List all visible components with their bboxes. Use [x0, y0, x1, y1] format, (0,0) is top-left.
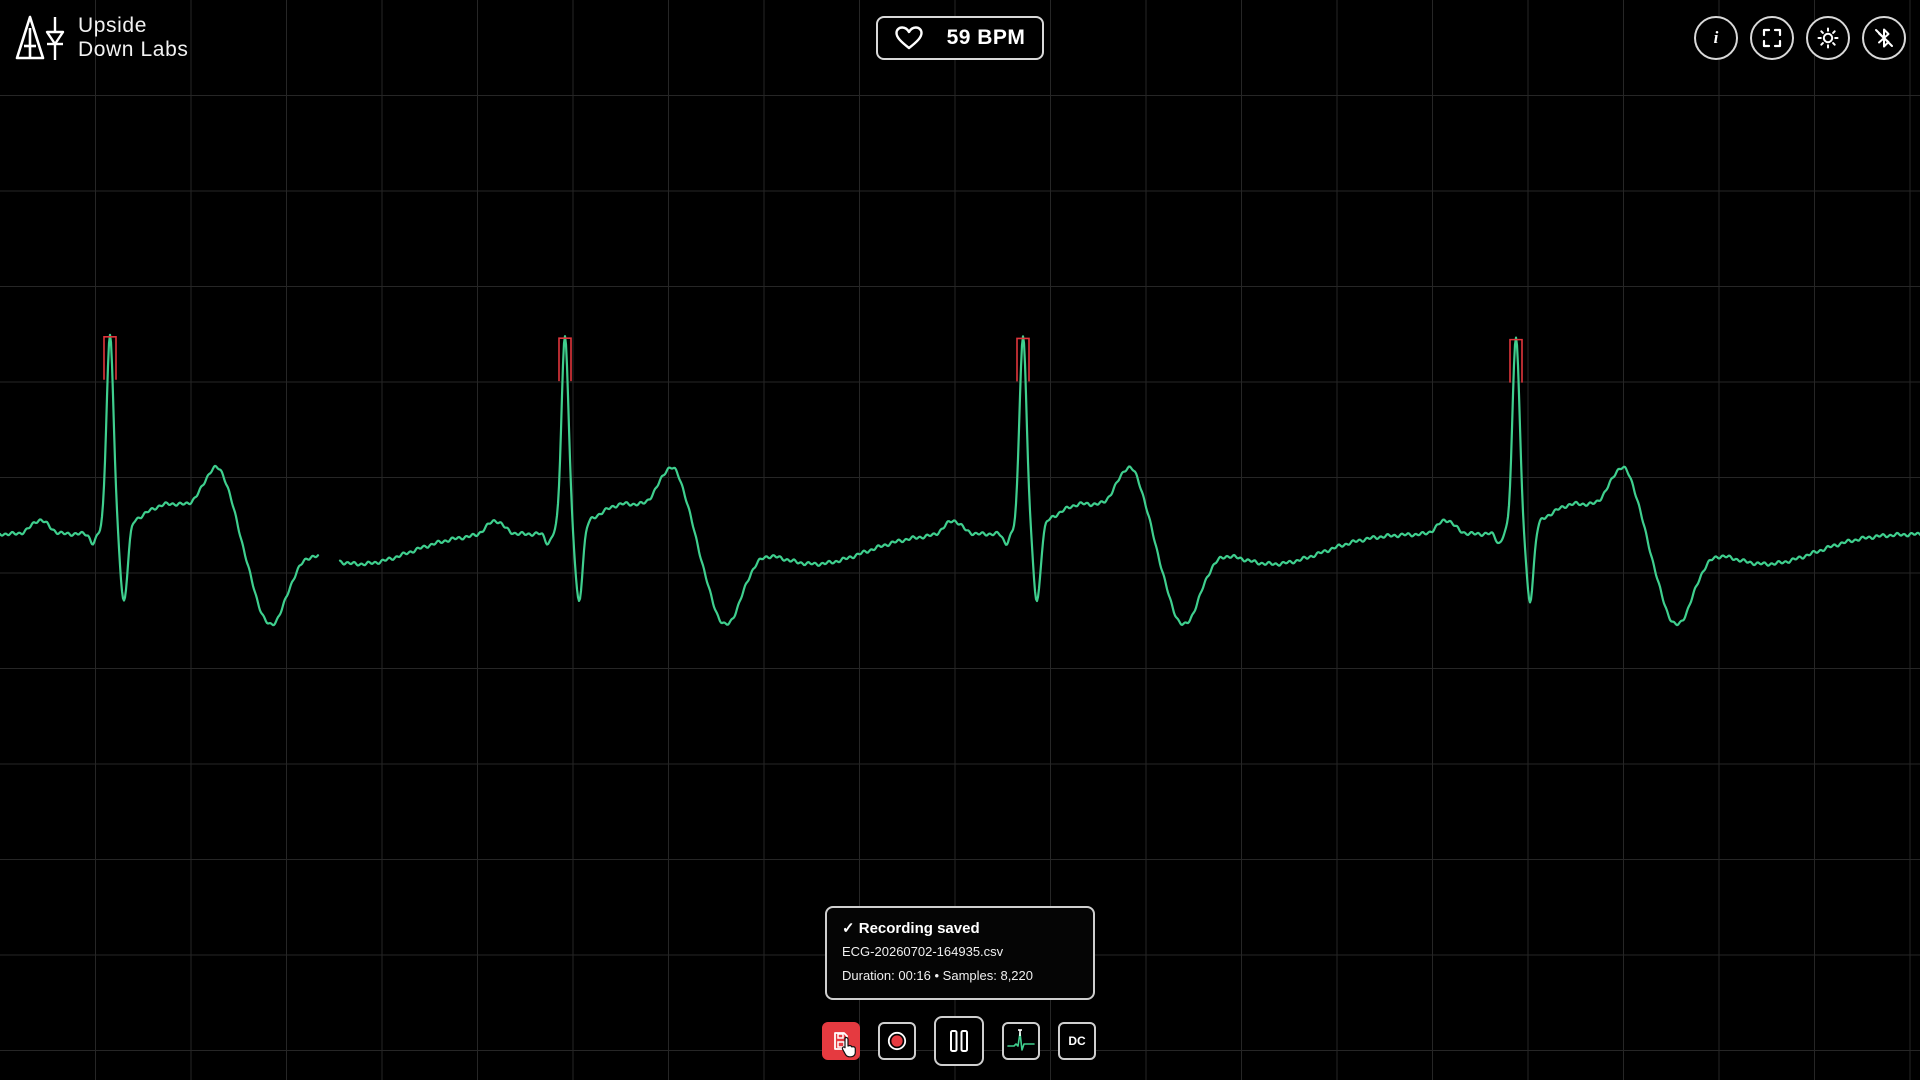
save-recording-button[interactable] [822, 1022, 860, 1060]
notification-filename: ECG-20260702-164935.csv [842, 944, 1004, 959]
bottom-controls: DC [822, 1016, 1096, 1066]
brand-name-line2: Down Labs [78, 38, 189, 61]
info-icon: i [1713, 28, 1719, 47]
bpm-value: 59 BPM [946, 26, 1026, 49]
brand-name-line1: Upside [78, 14, 147, 37]
notification-details: Duration: 00:16 • Samples: 8,220 [842, 968, 1034, 983]
record-icon [887, 1031, 907, 1051]
theme-button[interactable] [1806, 16, 1850, 60]
notification-title: ✓ Recording saved [842, 920, 980, 937]
fullscreen-button[interactable] [1750, 16, 1794, 60]
mouse-cursor-icon [841, 1036, 856, 1058]
info-button[interactable]: i [1694, 16, 1738, 60]
bluetooth-button[interactable] [1862, 16, 1906, 60]
pause-button[interactable] [934, 1016, 984, 1066]
upside-down-labs-logo-icon [15, 15, 65, 60]
ecg-trace [0, 333, 1920, 627]
dc-filter-label: DC [1068, 1034, 1086, 1048]
heart-rate-display: 59 BPM [876, 16, 1044, 60]
brand-logo: Upside Down Labs [14, 14, 188, 62]
record-button[interactable] [878, 1022, 916, 1060]
recording-saved-notification: ✓ Recording saved ECG-20260702-164935.cs… [825, 906, 1095, 1000]
top-toolbar: i [1694, 16, 1906, 60]
sun-icon [1817, 27, 1839, 49]
r-peak-markers [103, 335, 1523, 383]
peak-detection-button[interactable] [1002, 1022, 1040, 1060]
dc-filter-button[interactable]: DC [1058, 1022, 1096, 1060]
ecg-peak-icon [1007, 1029, 1035, 1051]
pause-icon [950, 1030, 968, 1052]
bluetooth-off-icon [1875, 28, 1893, 48]
fullscreen-icon [1762, 28, 1782, 48]
brand-name: Upside Down Labs [78, 14, 188, 62]
heart-icon [894, 26, 923, 50]
